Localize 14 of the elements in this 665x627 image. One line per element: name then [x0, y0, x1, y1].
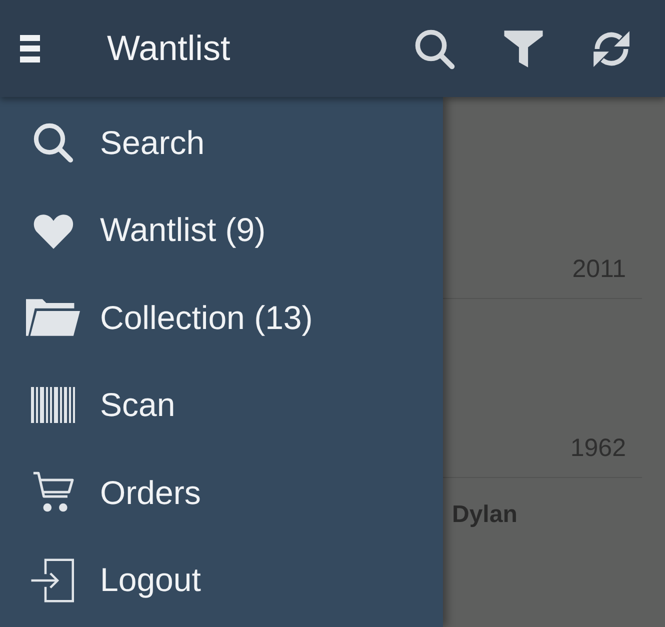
- app-title: Wantlist: [107, 28, 230, 70]
- folder-icon: [26, 298, 80, 338]
- drawer-menu-item[interactable]: Scan: [0, 362, 443, 449]
- drawer-menu-item[interactable]: Search: [0, 99, 443, 186]
- drawer-menu-item[interactable]: Logout: [0, 536, 443, 624]
- search-icon: [32, 121, 74, 164]
- funnel-icon[interactable]: [502, 28, 545, 70]
- drawer-menu-item[interactable]: Wantlist (9): [0, 186, 443, 274]
- menu-icon[interactable]: [20, 34, 40, 62]
- drawer-menu-item[interactable]: Orders: [0, 449, 443, 536]
- cart-icon: [32, 471, 74, 514]
- search-icon[interactable]: [413, 28, 456, 70]
- drawer-menu-item[interactable]: Collection (13): [0, 274, 443, 362]
- barcode-icon: [31, 387, 75, 424]
